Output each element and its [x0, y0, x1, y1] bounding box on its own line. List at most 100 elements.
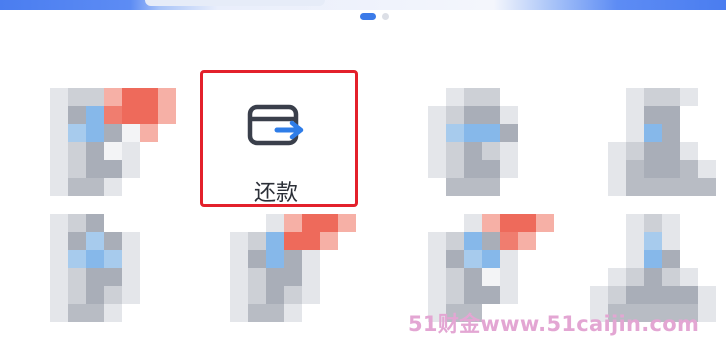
page-dot-active[interactable] [360, 13, 376, 20]
mosaic-pixel [662, 268, 680, 286]
blurred-function-item[interactable] [50, 214, 176, 322]
mosaic-pixel [446, 178, 464, 196]
mosaic-pixel [626, 286, 644, 304]
mosaic-pixel [716, 142, 726, 160]
mosaic-pixel [428, 142, 446, 160]
mosaic-pixel [662, 286, 680, 304]
mosaic-pixel [158, 286, 176, 304]
mosaic-pixel [518, 160, 536, 178]
mosaic-pixel [248, 214, 266, 232]
mosaic-pixel [500, 250, 518, 268]
mosaic-pixel [464, 250, 482, 268]
card-repay-icon [247, 104, 304, 146]
mosaic-pixel [140, 304, 158, 322]
mosaic-pixel [698, 232, 716, 250]
mosaic-pixel [662, 160, 680, 178]
mosaic-pixel [464, 124, 482, 142]
mosaic-pixel [500, 106, 518, 124]
mosaic-pixel [662, 214, 680, 232]
mosaic-pixel [446, 142, 464, 160]
mosaic-pixel [302, 232, 320, 250]
mosaic-pixel [122, 160, 140, 178]
mosaic-pixel [266, 268, 284, 286]
mosaic-pixel [338, 286, 356, 304]
blurred-function-item[interactable] [50, 88, 176, 196]
mosaic-pixel [320, 214, 338, 232]
mosaic-pixel [698, 142, 716, 160]
mosaic-pixel [104, 268, 122, 286]
mosaic-pixel [446, 124, 464, 142]
mosaic-pixel [86, 124, 104, 142]
mosaic-pixel [122, 250, 140, 268]
blurred-function-item[interactable] [428, 88, 554, 196]
mosaic-pixel [104, 232, 122, 250]
blurred-function-item[interactable] [590, 214, 716, 322]
blurred-function-item[interactable] [428, 214, 554, 322]
mosaic-pixel [302, 304, 320, 322]
mosaic-pixel [230, 304, 248, 322]
mosaic-pixel [464, 286, 482, 304]
mosaic-pixel [266, 286, 284, 304]
mosaic-pixel [662, 178, 680, 196]
mosaic-pixel [248, 250, 266, 268]
banner-card-edge [145, 0, 325, 6]
mosaic-pixel [338, 250, 356, 268]
mosaic-pixel [248, 268, 266, 286]
mosaic-pixel [158, 268, 176, 286]
mosaic-pixel [320, 268, 338, 286]
mosaic-pixel [230, 214, 248, 232]
mosaic-pixel [428, 124, 446, 142]
mosaic-pixel [428, 232, 446, 250]
mosaic-pixel [518, 250, 536, 268]
mosaic-pixel [590, 286, 608, 304]
blurred-function-item[interactable] [608, 88, 726, 196]
mosaic-pixel [590, 232, 608, 250]
mosaic-pixel [140, 214, 158, 232]
mosaic-pixel [536, 178, 554, 196]
mosaic-pixel [266, 304, 284, 322]
blurred-function-item[interactable] [230, 214, 356, 322]
mosaic-pixel [140, 106, 158, 124]
mosaic-pixel [140, 88, 158, 106]
mosaic-pixel [428, 250, 446, 268]
mosaic-pixel [644, 160, 662, 178]
mosaic-pixel [68, 124, 86, 142]
mosaic-pixel [482, 250, 500, 268]
mosaic-pixel [86, 232, 104, 250]
mosaic-pixel [320, 304, 338, 322]
mosaic-pixel [50, 268, 68, 286]
mosaic-pixel [140, 142, 158, 160]
mosaic-pixel [464, 232, 482, 250]
mosaic-pixel [68, 88, 86, 106]
mosaic-pixel [680, 214, 698, 232]
mosaic-pixel [428, 106, 446, 124]
mosaic-pixel [500, 142, 518, 160]
mosaic-pixel [716, 160, 726, 178]
mosaic-pixel [536, 286, 554, 304]
mosaic-pixel [230, 268, 248, 286]
repay-function-item[interactable]: 还款 [200, 70, 358, 207]
mosaic-pixel [158, 304, 176, 322]
mosaic-pixel [104, 142, 122, 160]
mosaic-pixel [446, 232, 464, 250]
mosaic-pixel [662, 124, 680, 142]
mosaic-pixel [698, 124, 716, 142]
mosaic-pixel [482, 232, 500, 250]
mosaic-pixel [482, 142, 500, 160]
mosaic-pixel [140, 160, 158, 178]
mosaic-pixel [716, 178, 726, 196]
mosaic-pixel [590, 268, 608, 286]
mosaic-pixel [644, 286, 662, 304]
mosaic-pixel [284, 304, 302, 322]
mosaic-pixel [284, 232, 302, 250]
mosaic-pixel [644, 232, 662, 250]
mosaic-pixel [482, 160, 500, 178]
mosaic-pixel [86, 268, 104, 286]
mosaic-pixel [608, 268, 626, 286]
mosaic-pixel [68, 142, 86, 160]
mosaic-pixel [158, 232, 176, 250]
mosaic-pixel [284, 268, 302, 286]
mosaic-pixel [644, 268, 662, 286]
page-dot-inactive[interactable] [382, 13, 389, 20]
mosaic-pixel [248, 286, 266, 304]
